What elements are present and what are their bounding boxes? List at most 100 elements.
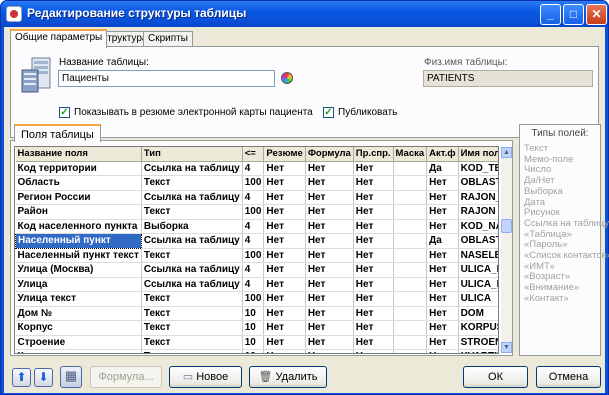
- fields-grid[interactable]: Название поля Тип <= Резюме Формула Пр.спр. Ма…: [14, 146, 499, 354]
- field-type-item[interactable]: Выборка: [524, 186, 609, 198]
- minimize-button[interactable]: _: [540, 4, 561, 25]
- column-header[interactable]: Акт.ф: [426, 147, 459, 162]
- cancel-button[interactable]: Отмена: [536, 366, 601, 388]
- field-type-item[interactable]: «Контакт»: [524, 293, 609, 305]
- publish-checkbox[interactable]: ✓: [323, 107, 334, 118]
- table-cell[interactable]: [393, 320, 428, 336]
- table-row[interactable]: РайонТекст100НетНетНетНетRAJONДа: [15, 204, 498, 220]
- table-cell[interactable]: Нет: [426, 277, 459, 292]
- table-cell[interactable]: 10: [242, 306, 265, 321]
- table-cell[interactable]: [393, 190, 428, 205]
- scroll-down-arrow[interactable]: ▼: [501, 342, 512, 353]
- table-cell[interactable]: Ссылка на таблицу: [141, 190, 243, 205]
- table-cell[interactable]: Нет: [426, 306, 459, 321]
- table-cell[interactable]: 100: [242, 204, 265, 220]
- table-cell[interactable]: Нет: [263, 219, 306, 234]
- table-cell[interactable]: 10: [242, 320, 265, 336]
- table-cell[interactable]: Нет: [353, 161, 394, 176]
- table-cell[interactable]: Да: [426, 161, 459, 176]
- table-cell[interactable]: Нет: [353, 306, 394, 321]
- scroll-up-arrow[interactable]: ▲: [501, 147, 512, 158]
- table-cell[interactable]: Нет: [305, 277, 354, 292]
- tab-general[interactable]: Общие параметры: [10, 29, 108, 48]
- table-cell[interactable]: Область: [15, 175, 142, 191]
- table-cell[interactable]: Нет: [426, 219, 459, 234]
- table-cell[interactable]: Код населенного пункта: [15, 219, 142, 234]
- table-cell[interactable]: Нет: [353, 190, 394, 205]
- table-cell[interactable]: Нет: [305, 248, 354, 263]
- table-cell[interactable]: [393, 248, 428, 263]
- table-cell[interactable]: Улица: [15, 277, 142, 292]
- table-cell[interactable]: Нет: [263, 306, 306, 321]
- table-row[interactable]: Улица текстТекст100НетНетНетНетULICAДа: [15, 291, 498, 307]
- table-cell[interactable]: [393, 233, 428, 249]
- table-cell[interactable]: Текст: [141, 204, 243, 220]
- table-cell[interactable]: Нет: [263, 204, 306, 220]
- table-cell[interactable]: Нет: [305, 204, 354, 220]
- table-cell[interactable]: [393, 161, 428, 176]
- table-cell[interactable]: Нет: [305, 320, 354, 336]
- table-cell[interactable]: OBLAST_GO: [458, 233, 498, 249]
- scroll-thumb[interactable]: [501, 219, 512, 233]
- table-cell[interactable]: Нет: [353, 349, 394, 353]
- table-cell[interactable]: Нет: [305, 291, 354, 307]
- table-cell[interactable]: Нет: [263, 175, 306, 191]
- table-cell[interactable]: Ссылка на таблицу: [141, 262, 243, 278]
- column-header[interactable]: Имя поля: [458, 147, 498, 162]
- table-cell[interactable]: [393, 277, 428, 292]
- table-cell[interactable]: STROENIE: [458, 335, 498, 350]
- table-cell[interactable]: Нет: [426, 349, 459, 353]
- table-cell[interactable]: Квартира: [15, 349, 142, 353]
- move-down-button[interactable]: ⬇: [34, 368, 53, 387]
- formula-button[interactable]: Формула...: [90, 366, 162, 388]
- column-header[interactable]: Формула: [305, 147, 354, 162]
- table-cell[interactable]: ULICA: [458, 291, 498, 307]
- table-cell[interactable]: Текст: [141, 320, 243, 336]
- table-cell[interactable]: Нет: [305, 349, 354, 353]
- column-header[interactable]: Резюме: [263, 147, 306, 162]
- table-cell[interactable]: Нет: [305, 262, 354, 278]
- column-header[interactable]: Название поля: [15, 147, 142, 162]
- table-cell[interactable]: Регион России: [15, 190, 142, 205]
- table-cell[interactable]: Ссылка на таблицу: [141, 233, 243, 249]
- table-cell[interactable]: Выборка: [141, 219, 243, 234]
- table-row[interactable]: Улица (Москва) Ссылка на таблицу 4 Нет Нет Не…: [15, 262, 498, 278]
- table-row[interactable]: Дом №Текст10НетНетНетНетDOMДа: [15, 306, 498, 321]
- delete-button[interactable]: 🗑 Удалить: [249, 366, 327, 388]
- table-cell[interactable]: Корпус: [15, 320, 142, 336]
- table-cell[interactable]: Нет: [305, 219, 354, 234]
- table-cell[interactable]: ULICA_MOS: [458, 277, 498, 292]
- table-cell[interactable]: NASELENN_: [458, 248, 498, 263]
- table-cell[interactable]: Нет: [353, 262, 394, 278]
- table-cell[interactable]: [393, 204, 428, 220]
- table-cell[interactable]: Нет: [305, 175, 354, 191]
- table-cell[interactable]: Нет: [353, 277, 394, 292]
- table-cell[interactable]: 100: [242, 175, 265, 191]
- show-in-summary-checkbox[interactable]: ✓: [59, 107, 70, 118]
- table-cell[interactable]: [393, 175, 428, 191]
- table-cell[interactable]: Нет: [305, 233, 354, 249]
- table-cell[interactable]: ULICA_MOS: [458, 262, 498, 278]
- table-cell[interactable]: KORPUS: [458, 320, 498, 336]
- table-cell[interactable]: Нет: [305, 161, 354, 176]
- new-button[interactable]: ▭ Новое: [169, 366, 242, 388]
- table-cell[interactable]: [393, 306, 428, 321]
- table-cell[interactable]: [393, 219, 428, 234]
- table-cell[interactable]: 4: [242, 262, 265, 278]
- table-cell[interactable]: Текст: [141, 248, 243, 263]
- fields-tab[interactable]: Поля таблицы: [14, 124, 101, 142]
- table-cell[interactable]: Нет: [426, 248, 459, 263]
- table-cell[interactable]: Нет: [263, 320, 306, 336]
- table-cell[interactable]: 4: [242, 277, 265, 292]
- table-cell[interactable]: Нет: [263, 349, 306, 353]
- table-row[interactable]: Код территории Ссылка на таблицу 4 Нет Нет Не…: [15, 161, 498, 176]
- table-cell[interactable]: [393, 291, 428, 307]
- table-cell[interactable]: Нет: [353, 204, 394, 220]
- table-cell[interactable]: Нет: [426, 291, 459, 307]
- column-header[interactable]: Пр.спр.: [353, 147, 394, 162]
- table-cell[interactable]: Нет: [353, 175, 394, 191]
- table-row[interactable]: КорпусТекст10НетНетНетНетKORPUSДа: [15, 320, 498, 336]
- table-cell[interactable]: Нет: [305, 306, 354, 321]
- title-bar[interactable]: Редактирование структуры таблицы _ □ ✕: [1, 1, 608, 27]
- table-cell[interactable]: 4: [242, 233, 265, 249]
